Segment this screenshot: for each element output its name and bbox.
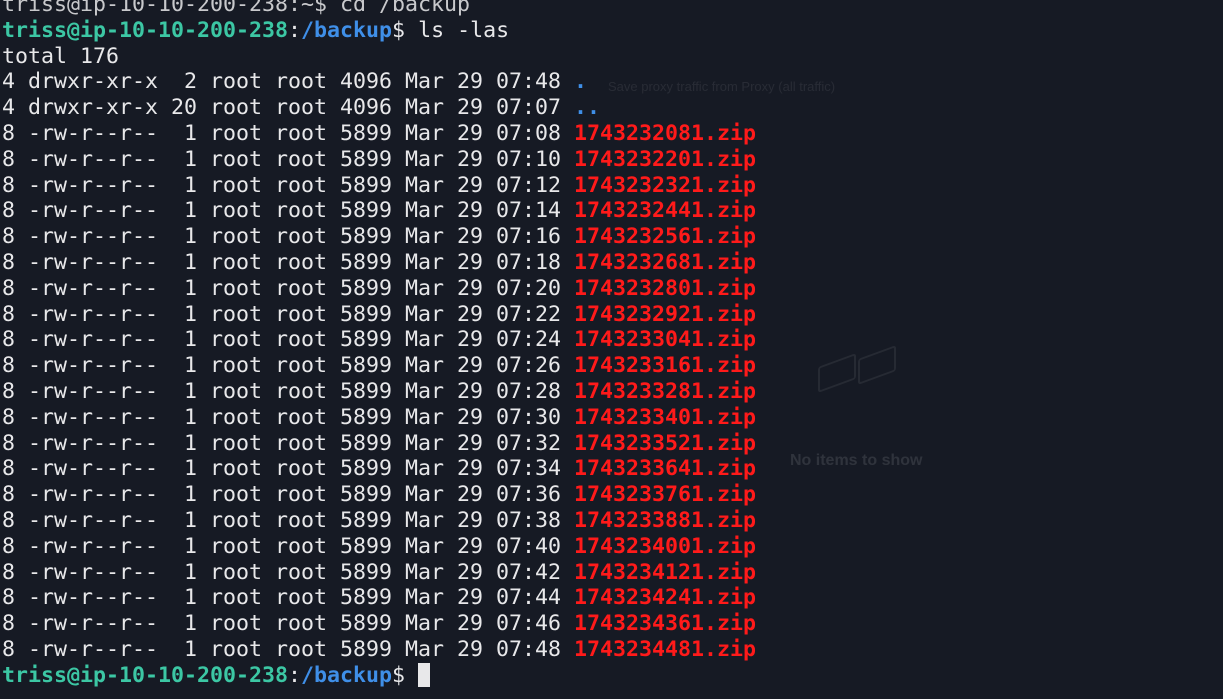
entry-name: . [574,69,588,95]
file-row: 8 -rw-r--r-- 1 root root 5899 Mar 29 07:… [2,560,756,586]
entry-meta: 4 drwxr-xr-x 20 root root 4096 Mar 29 07… [2,95,575,121]
file-row: 8 -rw-r--r-- 1 root root 5899 Mar 29 07:… [2,405,756,431]
entry-meta: 8 -rw-r--r-- 1 root root 5899 Mar 29 07:… [2,327,575,353]
entry-name: 1743233761.zip [574,482,757,508]
terminal-window[interactable]: Save proxy traffic from Proxy (all traff… [0,0,1223,699]
entry-meta: 8 -rw-r--r-- 1 root root 5899 Mar 29 07:… [2,456,575,482]
entry-meta: 8 -rw-r--r-- 1 root root 5899 Mar 29 07:… [2,353,575,379]
entry-name: 1743232081.zip [574,120,757,146]
entry-name: 1743232441.zip [574,198,757,224]
entry-meta: 8 -rw-r--r-- 1 root root 5899 Mar 29 07:… [2,120,575,146]
file-row: 8 -rw-r--r-- 1 root root 5899 Mar 29 07:… [2,276,756,302]
directory-row: 4 drwxr-xr-x 20 root root 4096 Mar 29 07… [2,95,756,121]
file-row: 8 -rw-r--r-- 1 root root 5899 Mar 29 07:… [2,198,756,224]
file-row: 8 -rw-r--r-- 1 root root 5899 Mar 29 07:… [2,147,756,173]
file-row: 8 -rw-r--r-- 1 root root 5899 Mar 29 07:… [2,379,756,405]
terminal-output: triss@ip-10-10-200-238:~$ cd /backup tri… [2,0,756,689]
entry-name: 1743233401.zip [574,404,757,430]
prompt-colon: : [288,662,302,688]
entry-meta: 8 -rw-r--r-- 1 root root 5899 Mar 29 07:… [2,301,575,327]
directory-row: 4 drwxr-xr-x 2 root root 4096 Mar 29 07:… [2,69,756,95]
prompt-user-host: triss@ip-10-10-200-238 [2,662,289,688]
prompt-dollar: $ [392,17,406,43]
prompt-path: /backup [301,17,393,43]
entry-name: 1743234001.zip [574,533,757,559]
file-row: 8 -rw-r--r-- 1 root root 5899 Mar 29 07:… [2,121,756,147]
entry-meta: 8 -rw-r--r-- 1 root root 5899 Mar 29 07:… [2,507,575,533]
file-row: 8 -rw-r--r-- 1 root root 5899 Mar 29 07:… [2,534,756,560]
file-row: 8 -rw-r--r-- 1 root root 5899 Mar 29 07:… [2,482,756,508]
entry-meta: 8 -rw-r--r-- 1 root root 5899 Mar 29 07:… [2,224,575,250]
entry-name: .. [574,95,601,121]
prompt-path: /backup [301,662,393,688]
entry-name: 1743234361.zip [574,611,757,637]
entry-name: 1743233161.zip [574,353,757,379]
entry-meta: 8 -rw-r--r-- 1 root root 5899 Mar 29 07:… [2,559,575,585]
file-row: 8 -rw-r--r-- 1 root root 5899 Mar 29 07:… [2,456,756,482]
file-row: 8 -rw-r--r-- 1 root root 5899 Mar 29 07:… [2,302,756,328]
command-line: triss@ip-10-10-200-238:/backup$ ls -las [2,18,756,44]
file-row: 8 -rw-r--r-- 1 root root 5899 Mar 29 07:… [2,611,756,637]
file-row: 8 -rw-r--r-- 1 root root 5899 Mar 29 07:… [2,224,756,250]
entry-meta: 8 -rw-r--r-- 1 root root 5899 Mar 29 07:… [2,404,575,430]
entry-name: 1743232321.zip [574,172,757,198]
entry-name: 1743232561.zip [574,224,757,250]
entry-name: 1743234241.zip [574,585,757,611]
entry-name: 1743234481.zip [574,636,757,662]
entry-meta: 8 -rw-r--r-- 1 root root 5899 Mar 29 07:… [2,482,575,508]
file-row: 8 -rw-r--r-- 1 root root 5899 Mar 29 07:… [2,327,756,353]
prompt-user-host: triss@ip-10-10-200-238 [2,17,289,43]
entry-name: 1743233281.zip [574,378,757,404]
background-empty-title: No items to show [790,452,923,469]
background-empty-box-icon [818,353,856,393]
entry-name: 1743232681.zip [574,249,757,275]
entry-meta: 8 -rw-r--r-- 1 root root 5899 Mar 29 07:… [2,636,575,662]
entry-meta: 4 drwxr-xr-x 2 root root 4096 Mar 29 07:… [2,69,575,95]
entry-meta: 8 -rw-r--r-- 1 root root 5899 Mar 29 07:… [2,611,575,637]
entry-name: 1743233521.zip [574,430,757,456]
current-prompt-line[interactable]: triss@ip-10-10-200-238:/backup$ [2,662,756,689]
background-empty-box-icon-2 [858,345,896,385]
file-row: 8 -rw-r--r-- 1 root root 5899 Mar 29 07:… [2,250,756,276]
file-row: 8 -rw-r--r-- 1 root root 5899 Mar 29 07:… [2,585,756,611]
file-row: 8 -rw-r--r-- 1 root root 5899 Mar 29 07:… [2,173,756,199]
previous-command-line: triss@ip-10-10-200-238:~$ cd /backup [2,0,471,17]
text-cursor[interactable] [418,662,431,687]
entry-name: 1743233041.zip [574,327,757,353]
file-row: 8 -rw-r--r-- 1 root root 5899 Mar 29 07:… [2,353,756,379]
prompt-colon: : [288,17,302,43]
entry-name: 1743232921.zip [574,301,757,327]
entry-meta: 8 -rw-r--r-- 1 root root 5899 Mar 29 07:… [2,430,575,456]
entry-name: 1743233641.zip [574,456,757,482]
entry-meta: 8 -rw-r--r-- 1 root root 5899 Mar 29 07:… [2,249,575,275]
entry-meta: 8 -rw-r--r-- 1 root root 5899 Mar 29 07:… [2,585,575,611]
command-text: ls -las [405,17,510,43]
entry-name: 1743232801.zip [574,275,757,301]
entry-name: 1743232201.zip [574,146,757,172]
file-row: 8 -rw-r--r-- 1 root root 5899 Mar 29 07:… [2,431,756,457]
entry-name: 1743234121.zip [574,559,757,585]
entry-meta: 8 -rw-r--r-- 1 root root 5899 Mar 29 07:… [2,172,575,198]
entry-meta: 8 -rw-r--r-- 1 root root 5899 Mar 29 07:… [2,533,575,559]
entry-meta: 8 -rw-r--r-- 1 root root 5899 Mar 29 07:… [2,378,575,404]
entry-meta: 8 -rw-r--r-- 1 root root 5899 Mar 29 07:… [2,275,575,301]
total-line: total 176 [2,43,120,69]
entry-meta: 8 -rw-r--r-- 1 root root 5899 Mar 29 07:… [2,146,575,172]
entry-name: 1743233881.zip [574,507,757,533]
file-row: 8 -rw-r--r-- 1 root root 5899 Mar 29 07:… [2,508,756,534]
entry-meta: 8 -rw-r--r-- 1 root root 5899 Mar 29 07:… [2,198,575,224]
file-row: 8 -rw-r--r-- 1 root root 5899 Mar 29 07:… [2,637,756,663]
prompt-dollar: $ [392,662,406,688]
